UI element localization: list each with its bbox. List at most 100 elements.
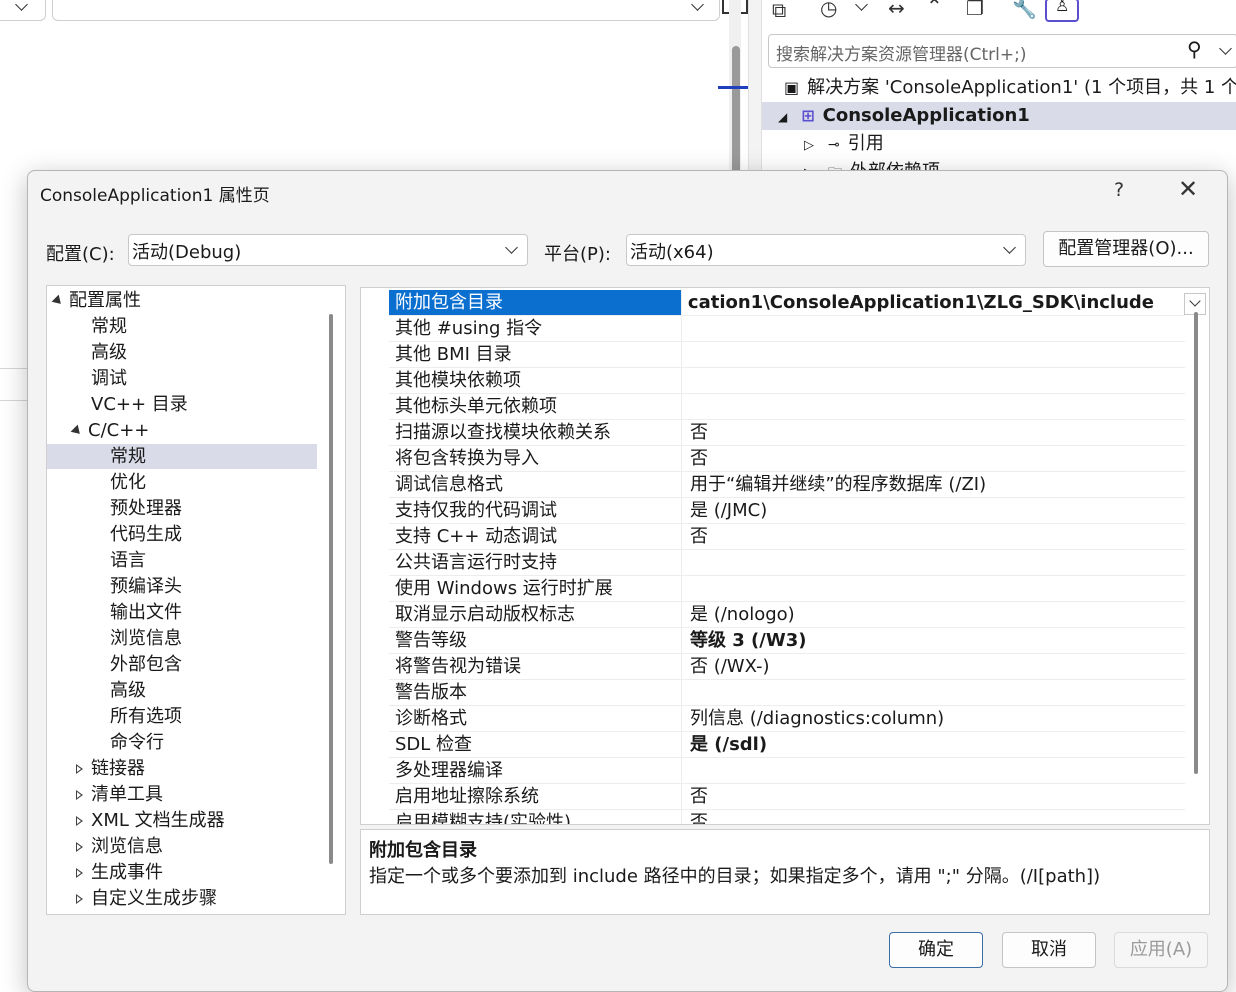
editor-scrollbar-thumb[interactable] (732, 46, 740, 180)
tree-item-external-includes[interactable]: 外部包含 (47, 652, 317, 677)
config-select[interactable]: 活动(Debug) (128, 234, 528, 266)
property-name: 使用 Windows 运行时扩展 (389, 576, 682, 601)
tree-item-cpp-advanced[interactable]: 高级 (47, 678, 317, 703)
property-name: 其他标头单元依赖项 (389, 394, 682, 419)
property-row[interactable]: 启用地址擦除系统否 (389, 784, 1185, 810)
tree-item-cpp-general[interactable]: 常规 (47, 444, 317, 469)
property-row[interactable]: 其他模块依赖项 (389, 368, 1185, 394)
property-row[interactable]: 调试信息格式 用于“编辑并继续”的程序数据库 (/ZI) (389, 472, 1185, 498)
expanded-arrow-icon: ◢ (778, 110, 788, 124)
chevron-down-icon (15, 0, 28, 11)
tree-item-preprocessor[interactable]: 预处理器 (47, 496, 317, 521)
property-name: 将包含转换为导入 (389, 446, 682, 471)
property-name: 支持仅我的代码调试 (389, 498, 682, 523)
config-manager-button[interactable]: 配置管理器(O)... (1043, 231, 1209, 267)
property-row[interactable]: 多处理器编译 (389, 758, 1185, 784)
grid-scrollbar[interactable] (1194, 312, 1198, 774)
bg-dropdown-main[interactable] (52, 0, 720, 21)
property-row[interactable]: 附加包含目录 Application1\ConsoleApplication1\… (389, 290, 1206, 316)
property-value[interactable]: Application1\ConsoleApplication1\ZLG_SDK… (688, 290, 1154, 315)
property-row[interactable]: 取消显示启动版权标志是 (/nologo) (389, 602, 1185, 628)
preview-toggle-button[interactable]: ♙ (1045, 0, 1079, 22)
tree-item-label: 高级 (110, 680, 146, 701)
bg-dropdown-left[interactable] (0, 0, 46, 21)
property-value (688, 368, 1185, 393)
config-label: 配置(C): (46, 244, 115, 265)
chevron-down-icon[interactable] (855, 0, 868, 11)
tree-item-code-generation[interactable]: 代码生成 (47, 522, 317, 547)
tree-scrollbar[interactable] (329, 314, 333, 864)
switch-views-icon[interactable]: ⧉ (772, 0, 786, 20)
property-value: 否 (690, 422, 708, 443)
collapsed-arrow-icon (76, 764, 83, 774)
tree-item-all-options[interactable]: 所有选项 (47, 704, 317, 729)
tree-item-optimization[interactable]: 优化 (47, 470, 317, 495)
platform-select[interactable]: 活动(x64) (626, 234, 1026, 266)
property-name: 启用模糊支持(实验性) (389, 810, 682, 824)
project-node[interactable]: ◢ ⊞ ConsoleApplication1 (762, 102, 1236, 130)
tree-item-label: 浏览信息 (91, 836, 163, 857)
property-value: 否 (690, 812, 708, 825)
property-row[interactable]: 启用模糊支持(实验性) 否 (389, 810, 1185, 825)
show-all-files-icon[interactable]: ❐ (966, 0, 984, 18)
tree-item-general[interactable]: 常规 (47, 314, 317, 339)
solution-search-input[interactable]: 搜索解决方案资源管理器(Ctrl+;) ⚲ (768, 34, 1236, 68)
property-name: 附加包含目录 (389, 290, 682, 315)
property-name: 取消显示启动版权标志 (389, 602, 682, 627)
property-row[interactable]: 扫描源以查找模块依赖关系否 (389, 420, 1185, 446)
tree-item-command-line[interactable]: 命令行 (47, 730, 317, 755)
tree-item-linker[interactable]: 链接器 (47, 756, 317, 781)
property-name: 其他模块依赖项 (389, 368, 682, 393)
tree-item-build-events[interactable]: 生成事件 (47, 860, 317, 885)
property-row[interactable]: 支持仅我的代码调试是 (/JMC) (389, 498, 1185, 524)
search-icon[interactable]: ⚲ (1187, 37, 1202, 61)
property-row[interactable]: 其他 #using 指令 (389, 316, 1185, 342)
property-row[interactable]: 使用 Windows 运行时扩展 (389, 576, 1185, 602)
tree-item-browse-information[interactable]: 浏览信息 (47, 834, 317, 859)
tree-item-config-properties[interactable]: 配置属性 (47, 288, 323, 313)
tree-item-vc-directories[interactable]: VC++ 目录 (47, 392, 317, 417)
history-icon[interactable]: ◷ (820, 0, 837, 18)
property-row[interactable]: 公共语言运行时支持 (389, 550, 1185, 576)
chevron-down-icon (691, 0, 704, 11)
property-row[interactable]: 警告等级 等级 3 (/W3) (389, 628, 1185, 654)
property-pages-dialog: ConsoleApplication1 属性页 ? ✕ 配置(C): 活动(De… (27, 170, 1228, 992)
tree-item-xml-doc-generator[interactable]: XML 文档生成器 (47, 808, 317, 833)
scroll-marker (718, 86, 748, 89)
property-row[interactable]: 支持 C++ 动态调试否 (389, 524, 1185, 550)
property-name: 警告等级 (389, 628, 682, 653)
property-value: 是 (/JMC) (690, 500, 768, 521)
property-row[interactable]: SDL 检查是 (/sdl) (389, 732, 1185, 758)
help-icon[interactable]: ? (1114, 179, 1124, 201)
cancel-button[interactable]: 取消 (1002, 932, 1096, 968)
tree-item-debugging[interactable]: 调试 (47, 366, 317, 391)
references-node[interactable]: ▷ ⊸ 引用 (762, 130, 1236, 158)
tree-item-output-files[interactable]: 输出文件 (47, 600, 317, 625)
property-row[interactable]: 诊断格式 列信息 (/diagnostics:column) (389, 706, 1185, 732)
tree-item-cpp[interactable]: C/C++ (47, 418, 317, 443)
properties-wrench-icon[interactable]: 🔧 (1012, 0, 1037, 18)
tree-item-language[interactable]: 语言 (47, 548, 317, 573)
tree-item-advanced[interactable]: 高级 (47, 340, 317, 365)
property-row[interactable]: 其他标头单元依赖项 (389, 394, 1185, 420)
tree-item-precompiled-headers[interactable]: 预编译头 (47, 574, 317, 599)
chevron-down-icon[interactable] (1219, 42, 1232, 55)
property-row[interactable]: 警告版本 (389, 680, 1185, 706)
solution-node[interactable]: ▣ 解决方案 'ConsoleApplication1' (1 个项目，共 1 个 (762, 74, 1236, 102)
tree-item-label: 浏览信息 (110, 628, 182, 649)
property-row[interactable]: 其他 BMI 目录 (389, 342, 1185, 368)
close-icon[interactable]: ✕ (1178, 175, 1198, 203)
solution-search-placeholder: 搜索解决方案资源管理器(Ctrl+;) (776, 45, 1027, 65)
sync-icon[interactable]: ↔ (888, 0, 905, 18)
ok-button[interactable]: 确定 (889, 932, 983, 968)
tree-item-custom-build-step[interactable]: 自定义生成步骤 (47, 886, 317, 911)
property-row[interactable]: 将包含转换为导入否 (389, 446, 1185, 472)
external-deps-node[interactable]: ▷🗀外部依赖项 (762, 158, 1236, 170)
tree-item-label: 语言 (110, 550, 146, 571)
property-row[interactable]: 将警告视为错误否 (/WX-) (389, 654, 1185, 680)
tree-item-browse-info[interactable]: 浏览信息 (47, 626, 317, 651)
tree-item-label: 命令行 (110, 732, 164, 753)
tree-item-manifest-tool[interactable]: 清单工具 (47, 782, 317, 807)
collapse-all-icon[interactable]: ⌃ (926, 0, 943, 16)
apply-button[interactable]: 应用(A) (1114, 932, 1208, 968)
